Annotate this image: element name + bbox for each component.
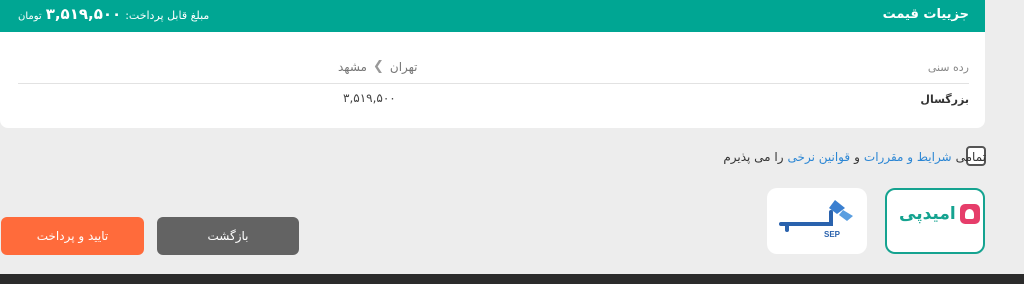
row-age-group: بزرگسال [920, 93, 969, 106]
gateway-omidpay[interactable]: امیدپی [885, 188, 985, 254]
payable-amount-label: مبلغ قابل پرداخت: [125, 9, 210, 22]
table-divider [18, 83, 969, 84]
back-button[interactable]: بازگشت [157, 217, 299, 255]
rules-link[interactable]: شرایط و مقررات [864, 150, 952, 164]
card-header: جزییات قیمت مبلغ قابل پرداخت: ۳,۵۱۹,۵۰۰ … [0, 0, 985, 32]
footer-bar [0, 274, 1024, 284]
omidpay-label: امیدپی [899, 204, 956, 224]
route-destination: مشهد [338, 59, 367, 74]
terms-text: تمامی شرایط و مقررات و قوانین نرخی را می… [723, 150, 986, 164]
route-header: تهران ❯ مشهد [338, 59, 418, 74]
row-price: ۳,۵۱۹,۵۰۰ [343, 91, 396, 105]
age-group-header: رده سنی [927, 61, 969, 74]
omidpay-mark-icon [959, 204, 980, 224]
payable-amount-value: ۳,۵۱۹,۵۰۰ [45, 5, 122, 23]
sep-label: SEP [824, 230, 841, 239]
fare-rules-link[interactable]: قوانین نرخی [788, 150, 851, 164]
card-title: جزییات قیمت [882, 7, 969, 22]
chevron-left-icon: ❯ [372, 59, 384, 74]
sep-logo: SEP [779, 200, 853, 239]
payable-amount: مبلغ قابل پرداخت: ۳,۵۱۹,۵۰۰ تومان [18, 5, 209, 23]
omidpay-logo: امیدپی [899, 204, 980, 224]
terms-mid: و [854, 150, 860, 164]
route-origin: تهران [389, 59, 418, 74]
price-details-card: جزییات قیمت مبلغ قابل پرداخت: ۳,۵۱۹,۵۰۰ … [0, 0, 985, 128]
payable-amount-unit: تومان [18, 11, 42, 22]
confirm-pay-button[interactable]: تایید و پرداخت [1, 217, 144, 255]
terms-prefix: تمامی [955, 150, 986, 164]
terms-suffix: را می پذیرم [723, 150, 784, 164]
gateway-sep[interactable]: SEP [767, 188, 867, 254]
